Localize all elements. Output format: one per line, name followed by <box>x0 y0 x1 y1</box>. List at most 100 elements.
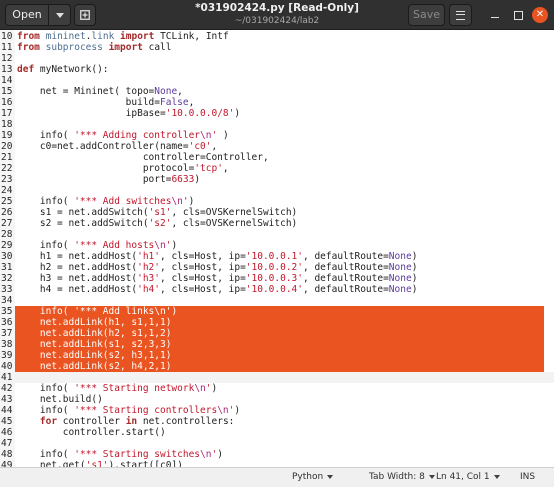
code-text: s1 = net.addSwitch('s1', cls=OVSKernelSw… <box>17 207 298 218</box>
code-line[interactable]: 19 info( '*** Adding controller\n' ) <box>0 130 554 141</box>
open-button[interactable]: Open <box>5 4 49 26</box>
close-icon: ✕ <box>535 9 545 20</box>
code-line[interactable]: 21 controller=Controller, <box>0 152 554 163</box>
line-number: 31 <box>1 262 13 273</box>
line-number: 25 <box>1 196 13 207</box>
code-text: net = Mininet( topo=None, <box>17 86 183 97</box>
code-line[interactable]: 48 info( '*** Starting switches\n') <box>0 449 554 460</box>
code-line[interactable]: 33 h4 = net.addHost('h4', cls=Host, ip='… <box>0 284 554 295</box>
code-line[interactable]: 29 info( '*** Add hosts\n') <box>0 240 554 251</box>
code-line[interactable]: 30 h1 = net.addHost('h1', cls=Host, ip='… <box>0 251 554 262</box>
chevron-down-icon <box>55 12 64 18</box>
line-number: 30 <box>1 251 13 262</box>
code-line[interactable]: 37 net.addLink(h2, s1,1,2) <box>1 328 544 339</box>
window-title: *031902424.py [Read-Only] <box>195 2 359 14</box>
code-line[interactable]: 44 info( '*** Starting controllers\n') <box>0 405 554 416</box>
code-text: build=False, <box>17 97 195 108</box>
line-number: 43 <box>1 394 13 405</box>
code-line[interactable]: 16 build=False, <box>0 97 554 108</box>
line-number: 16 <box>1 97 13 108</box>
new-tab-icon <box>80 10 90 20</box>
line-number: 22 <box>1 163 13 174</box>
code-line[interactable]: 15 net = Mininet( topo=None, <box>0 86 554 97</box>
code-line[interactable]: 14 <box>0 75 554 86</box>
code-line[interactable]: 38 net.addLink(s1, s2,3,3) <box>1 339 544 350</box>
line-number: 44 <box>1 405 13 416</box>
code-line[interactable]: 47 <box>0 438 554 449</box>
line-number: 11 <box>1 42 13 53</box>
code-line[interactable]: 10 from mininet.link import TCLink, Intf <box>0 31 554 42</box>
code-line[interactable]: 22 protocol='tcp', <box>0 163 554 174</box>
code-text: net.addLink(s1, s2,3,3) <box>17 339 172 350</box>
line-number: 46 <box>1 427 13 438</box>
code-text: info( '*** Adding controller\n' ) <box>17 130 229 141</box>
line-number: 48 <box>1 449 13 460</box>
line-number: 21 <box>1 152 13 163</box>
code-text: h3 = net.addHost('h3', cls=Host, ip='10.… <box>17 273 418 284</box>
code-line[interactable]: 43 net.build() <box>0 394 554 405</box>
minimize-icon <box>491 17 499 18</box>
code-line[interactable]: 46 controller.start() <box>0 427 554 438</box>
code-line[interactable]: 13 def myNetwork(): <box>0 64 554 75</box>
main-menu-button[interactable] <box>449 4 472 26</box>
code-line[interactable]: 31 h2 = net.addHost('h2', cls=Host, ip='… <box>0 262 554 273</box>
code-editor[interactable]: 10 from mininet.link import TCLink, Intf 1… <box>0 30 554 467</box>
code-text: net.build() <box>17 394 103 405</box>
gedit-window: Open *031902424.py [Read-Only] ~/0319024… <box>0 0 554 487</box>
code-line[interactable]: 49 net.get('s1').start([c0]) <box>0 460 554 467</box>
line-number: 40 <box>1 361 13 372</box>
code-line[interactable]: 17 ipBase='10.0.0.0/8') <box>0 108 554 119</box>
code-line[interactable]: 36 net.addLink(h1, s1,1,1) <box>1 317 544 328</box>
line-number: 47 <box>1 438 13 449</box>
chevron-down-icon <box>428 474 435 479</box>
code-text: info( '*** Starting controllers\n') <box>17 405 241 416</box>
code-line[interactable]: 34 <box>0 295 554 306</box>
code-line[interactable]: 25 info( '*** Add switches\n') <box>0 196 554 207</box>
save-button[interactable]: Save <box>408 4 445 26</box>
line-number: 24 <box>1 185 13 196</box>
code-text: for controller in net.controllers: <box>39 416 235 427</box>
new-tab-button[interactable] <box>74 4 96 26</box>
line-number: 17 <box>1 108 13 119</box>
close-button[interactable]: ✕ <box>532 7 548 23</box>
line-number: 20 <box>1 141 13 152</box>
open-menu-button[interactable] <box>48 4 71 26</box>
maximize-button[interactable] <box>507 4 529 26</box>
code-line[interactable]: 26 s1 = net.addSwitch('s1', cls=OVSKerne… <box>0 207 554 218</box>
code-line[interactable]: 32 h3 = net.addHost('h3', cls=Host, ip='… <box>0 273 554 284</box>
code-text: net.addLink(h2, s1,1,2) <box>17 328 172 339</box>
code-line[interactable]: 27 s2 = net.addSwitch('s2', cls=OVSKerne… <box>0 218 554 229</box>
code-line[interactable]: 24 <box>0 185 554 196</box>
line-number: 23 <box>1 174 13 185</box>
language-selector[interactable]: Python <box>292 468 334 487</box>
tab-width-label: Tab Width: 8 <box>369 472 425 482</box>
line-number: 15 <box>1 86 13 97</box>
code-line[interactable]: 20 c0=net.addController(name='c0', <box>0 141 554 152</box>
code-line[interactable]: 40 net.addLink(s2, h4,2,1) <box>1 361 544 372</box>
tab-width-selector[interactable]: Tab Width: 8 <box>369 468 435 487</box>
code-line[interactable]: 23 port=6633) <box>0 174 554 185</box>
insert-mode-indicator: INS <box>520 472 536 482</box>
hamburger-menu-icon <box>456 10 465 20</box>
code-line[interactable]: 12 <box>0 53 554 64</box>
code-line[interactable]: 18 <box>0 119 554 130</box>
line-number: 35 <box>1 306 13 317</box>
code-text: net.addLink(s2, h3,1,1) <box>17 350 172 361</box>
code-line[interactable]: 42 info( '*** Starting network\n') <box>0 383 554 394</box>
cursor-position-selector[interactable]: Ln 41, Col 1 <box>436 468 500 487</box>
line-number: 36 <box>1 317 13 328</box>
code-line[interactable]: 41 <box>0 372 554 383</box>
code-text: info( '*** Add links\n') <box>17 306 178 317</box>
code-text: net.addLink(h1, s1,1,1) <box>17 317 172 328</box>
code-text: h4 = net.addHost('h4', cls=Host, ip='10.… <box>17 284 418 295</box>
window-subtitle: ~/031902424/lab2 <box>234 16 320 26</box>
code-line[interactable]: 11 from subprocess import call <box>0 42 554 53</box>
code-line[interactable]: 45 for controller in net.controllers: <box>0 416 554 427</box>
code-text: info( '*** Add hosts\n') <box>17 240 178 251</box>
minimize-button[interactable] <box>484 4 506 26</box>
code-line[interactable]: 28 <box>0 229 554 240</box>
language-label: Python <box>292 472 324 482</box>
code-line[interactable]: 35 info( '*** Add links\n') <box>1 306 544 317</box>
code-text: controller.start() <box>17 427 166 438</box>
code-line[interactable]: 39 net.addLink(s2, h3,1,1) <box>1 350 544 361</box>
